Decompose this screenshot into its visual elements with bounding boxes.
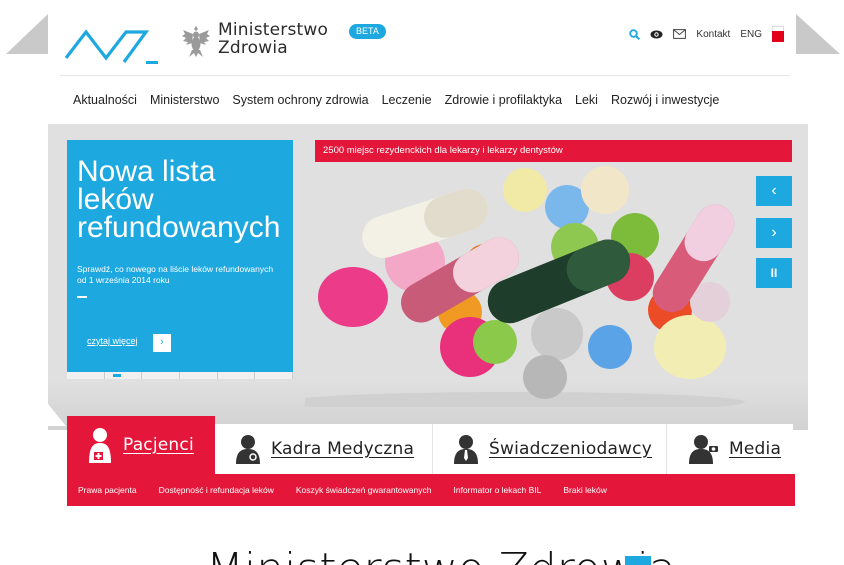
tab-media[interactable]: Media — [667, 424, 793, 474]
read-more-link[interactable]: czytaj więcej — [87, 336, 138, 346]
page-heading: Ministerstwo Zdrowia — [206, 548, 676, 565]
nav-item-system[interactable]: System ochrony zdrowia — [232, 93, 368, 107]
slide-dot[interactable] — [67, 372, 105, 379]
carousel-pause-button[interactable]: II — [756, 258, 792, 288]
nav-item-rozwoj[interactable]: Rozwój i inwestycje — [611, 93, 719, 107]
doctor-icon — [236, 435, 260, 464]
slide-dot[interactable] — [142, 372, 181, 379]
heading-square-decoration — [625, 556, 651, 565]
search-icon[interactable] — [629, 28, 641, 40]
featured-title[interactable]: Nowa lista leków refundowanych — [77, 157, 292, 243]
subnav-braki-lekow[interactable]: Braki leków — [563, 485, 606, 495]
featured-divider — [77, 296, 87, 298]
featured-description: Sprawdź, co nowego na liście leków refun… — [77, 264, 274, 285]
tab-kadra-medyczna[interactable]: Kadra Medyczna — [215, 424, 433, 474]
tab-pacjenci[interactable]: Pacjenci — [67, 416, 215, 474]
mail-icon[interactable] — [673, 29, 687, 39]
slide-dot[interactable] — [218, 372, 256, 379]
tab-swiadczeniodawcy-label: Świadczeniodawcy — [489, 439, 652, 459]
eye-icon[interactable] — [650, 30, 663, 39]
eagle-emblem-icon — [182, 26, 210, 57]
audience-tabs: Pacjenci Kadra Medyczna Świadczeniodawcy — [67, 416, 793, 474]
brand-line-1: Ministerstwo — [218, 20, 329, 40]
nav-item-leczenie[interactable]: Leczenie — [382, 93, 432, 107]
patient-subnav: Prawa pacjenta Dostępność i refundacja l… — [67, 474, 795, 506]
nav-item-aktualnosci[interactable]: Aktualności — [73, 93, 137, 107]
previous-page-arrow[interactable] — [6, 14, 48, 54]
subnav-koszyk[interactable]: Koszyk świadczeń gwarantowanych — [296, 485, 432, 495]
carousel-prev-button[interactable]: ‹ — [756, 176, 792, 206]
brand-name[interactable]: Ministerstwo Zdrowia — [218, 21, 328, 57]
carousel-next-button[interactable]: › — [756, 218, 792, 248]
nav-item-leki[interactable]: Leki — [575, 93, 598, 107]
news-ticker[interactable]: 2500 miejsc rezydenckich dla lekarzy i l… — [315, 140, 792, 162]
tab-pacjenci-label: Pacjenci — [123, 435, 194, 455]
hero-corner-decoration — [48, 404, 66, 426]
provider-icon — [454, 435, 478, 464]
site-header: Ministerstwo Zdrowia BETA Kontakt ENG — [60, 8, 790, 76]
nav-item-profilaktyka[interactable]: Zdrowie i profilaktyka — [445, 93, 562, 107]
brand-line-2: Zdrowia — [218, 38, 288, 58]
subnav-dostepnosc[interactable]: Dostępność i refundacja leków — [159, 485, 274, 495]
poland-flag-icon[interactable] — [772, 26, 784, 42]
pills-image — [305, 166, 745, 407]
subnav-informator[interactable]: Informator o lekach BIL — [453, 485, 541, 495]
language-switch[interactable]: ENG — [740, 29, 762, 40]
slide-dot[interactable] — [180, 372, 218, 379]
slide-indicator — [67, 372, 294, 379]
media-icon — [689, 435, 718, 464]
utility-bar: Kontakt ENG — [629, 26, 784, 42]
patient-icon — [89, 428, 111, 463]
tab-swiadczeniodawcy[interactable]: Świadczeniodawcy — [433, 424, 667, 474]
featured-article-box: Nowa lista leków refundowanych Sprawdź, … — [67, 140, 293, 372]
slide-dot[interactable] — [255, 372, 294, 379]
tab-kadra-label: Kadra Medyczna — [271, 439, 415, 459]
nav-item-ministerstwo[interactable]: Ministerstwo — [150, 93, 219, 107]
slide-dot-active[interactable] — [105, 372, 143, 379]
main-navigation: Aktualności Ministerstwo System ochrony … — [73, 93, 719, 107]
read-more-arrow-button[interactable]: › — [153, 334, 171, 352]
tab-media-label: Media — [729, 439, 782, 459]
contact-link[interactable]: Kontakt — [696, 29, 730, 40]
subnav-prawa-pacjenta[interactable]: Prawa pacjenta — [78, 485, 137, 495]
beta-badge: BETA — [349, 24, 386, 39]
page: Ministerstwo Zdrowia BETA Kontakt ENG Ak… — [0, 0, 844, 565]
mz-logo[interactable] — [64, 20, 176, 68]
next-page-arrow[interactable] — [796, 14, 840, 54]
